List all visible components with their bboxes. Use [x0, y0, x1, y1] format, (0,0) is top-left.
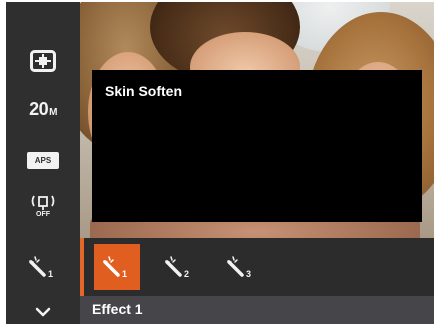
- option-skin-soften-1[interactable]: 1: [94, 244, 140, 290]
- skin-soften-3-icon: 3: [227, 256, 251, 279]
- option-3-sub: 3: [246, 269, 251, 279]
- chevron-down-icon: [35, 307, 51, 317]
- resolution-button[interactable]: 20M: [6, 94, 80, 124]
- more-button[interactable]: [6, 302, 80, 322]
- skin-soften-1-icon: 1: [103, 256, 127, 279]
- skin-soften-icon: 1: [29, 256, 53, 279]
- option-strip: 1 2 3: [80, 238, 434, 296]
- stabilizer-icon: [31, 195, 55, 210]
- option-skin-soften-3[interactable]: 3: [218, 244, 264, 290]
- option-2-sub: 2: [184, 269, 189, 279]
- stabilizer-off-label: OFF: [36, 211, 50, 218]
- metering-icon: [30, 50, 56, 72]
- resolution-unit: M: [49, 106, 57, 118]
- option-skin-soften-2[interactable]: 2: [156, 244, 202, 290]
- aps-label: APS: [34, 155, 52, 165]
- option-1-sub: 1: [122, 269, 127, 279]
- camera-screen: 20M APS OFF 1 Skin Soften 1 2 3 Effect 1: [6, 2, 434, 324]
- skin-soften-sub: 1: [48, 269, 53, 279]
- skin-soften-button[interactable]: 1: [6, 252, 80, 282]
- strip-accent: [80, 238, 84, 296]
- info-popup: Skin Soften: [92, 70, 422, 222]
- aps-icon: APS: [27, 151, 59, 169]
- popup-title: Skin Soften: [105, 83, 183, 99]
- resolution-icon: 20M: [29, 99, 57, 120]
- selected-effect-label: Effect 1: [92, 301, 143, 317]
- menu-sidebar: 20M APS OFF 1: [6, 2, 80, 324]
- aps-button[interactable]: APS: [6, 148, 80, 172]
- status-bar: Effect 1: [80, 296, 434, 324]
- resolution-value: 20: [29, 98, 49, 119]
- skin-soften-2-icon: 2: [165, 256, 189, 279]
- stabilizer-button[interactable]: OFF: [6, 190, 80, 222]
- metering-button[interactable]: [6, 46, 80, 76]
